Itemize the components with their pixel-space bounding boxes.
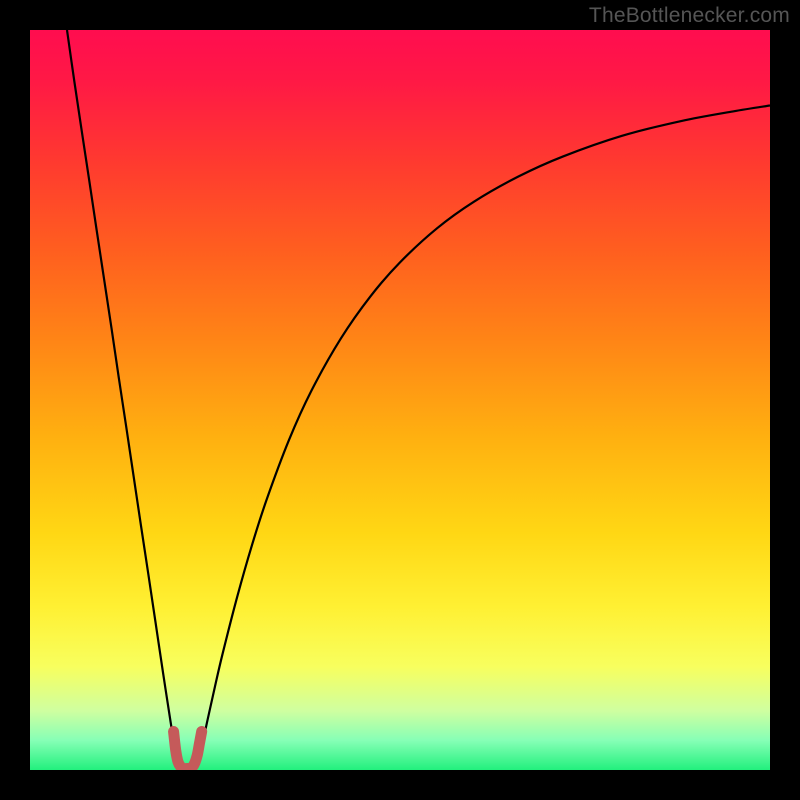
chart-svg [30,30,770,770]
watermark-text: TheBottlenecker.com [589,4,790,28]
chart-plot-area [30,30,770,770]
gradient-background [30,30,770,770]
outer-frame: TheBottlenecker.com [0,0,800,800]
